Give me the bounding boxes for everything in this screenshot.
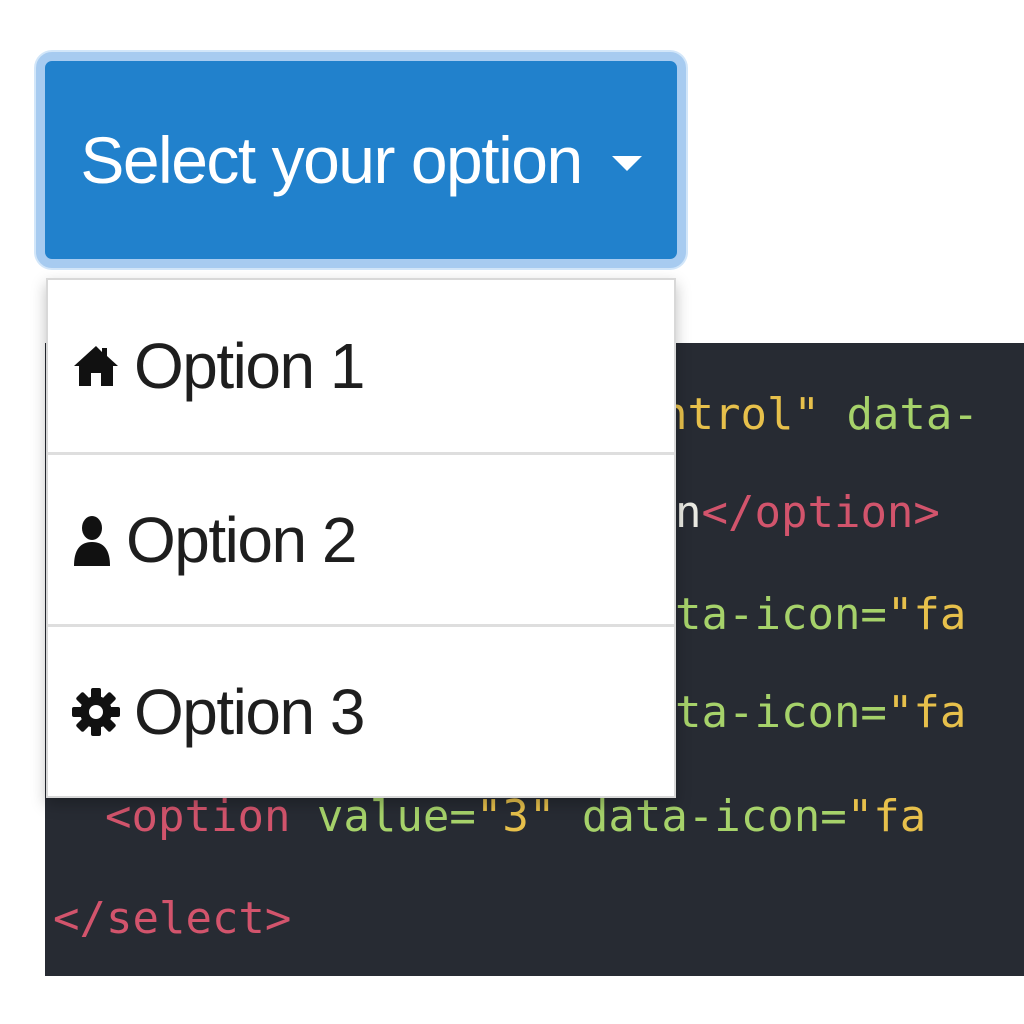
code-token: <option <box>105 791 291 842</box>
code-token: data- <box>819 389 979 440</box>
code-token: "fa <box>846 791 927 842</box>
code-token: value= <box>290 791 476 842</box>
code-token: "3" <box>475 791 556 842</box>
caret-down-icon <box>611 155 642 171</box>
menu-item-option-1[interactable]: Option 1 <box>48 280 674 452</box>
select-dropdown-button[interactable]: Select your option <box>36 52 686 268</box>
menu-item-option-3[interactable]: Option 3 <box>48 624 674 796</box>
code-line-2: n</option> <box>675 487 940 539</box>
code-line-5: <option value="3" data-icon="fa <box>105 791 926 843</box>
dropdown-toggle-label: Select your option <box>80 123 583 197</box>
code-token: ta-icon= <box>675 687 887 738</box>
code-token: "fa <box>886 687 967 738</box>
code-token: ntrol" <box>661 389 820 440</box>
menu-item-option-2[interactable]: Option 2 <box>48 452 674 624</box>
user-icon <box>70 514 114 566</box>
code-line-4: ta-icon="fa <box>675 687 966 739</box>
code-token: n <box>675 487 702 538</box>
code-token: </select> <box>53 893 292 944</box>
code-token: ta-icon= <box>675 589 887 640</box>
code-line-1: ntrol" data- <box>661 389 979 441</box>
home-icon <box>70 340 122 392</box>
code-line-3: ta-icon="fa <box>675 589 966 641</box>
menu-item-label: Option 1 <box>134 330 365 402</box>
menu-item-label: Option 2 <box>126 503 357 576</box>
gear-icon <box>70 686 122 738</box>
menu-item-label: Option 3 <box>134 675 365 748</box>
dropdown-menu: Option 1 Option 2 Option 3 <box>46 278 676 798</box>
code-token: "fa <box>886 589 967 640</box>
code-token: data-icon= <box>555 791 847 842</box>
code-line-6: </select> <box>53 893 291 945</box>
code-token: </option> <box>701 487 940 538</box>
